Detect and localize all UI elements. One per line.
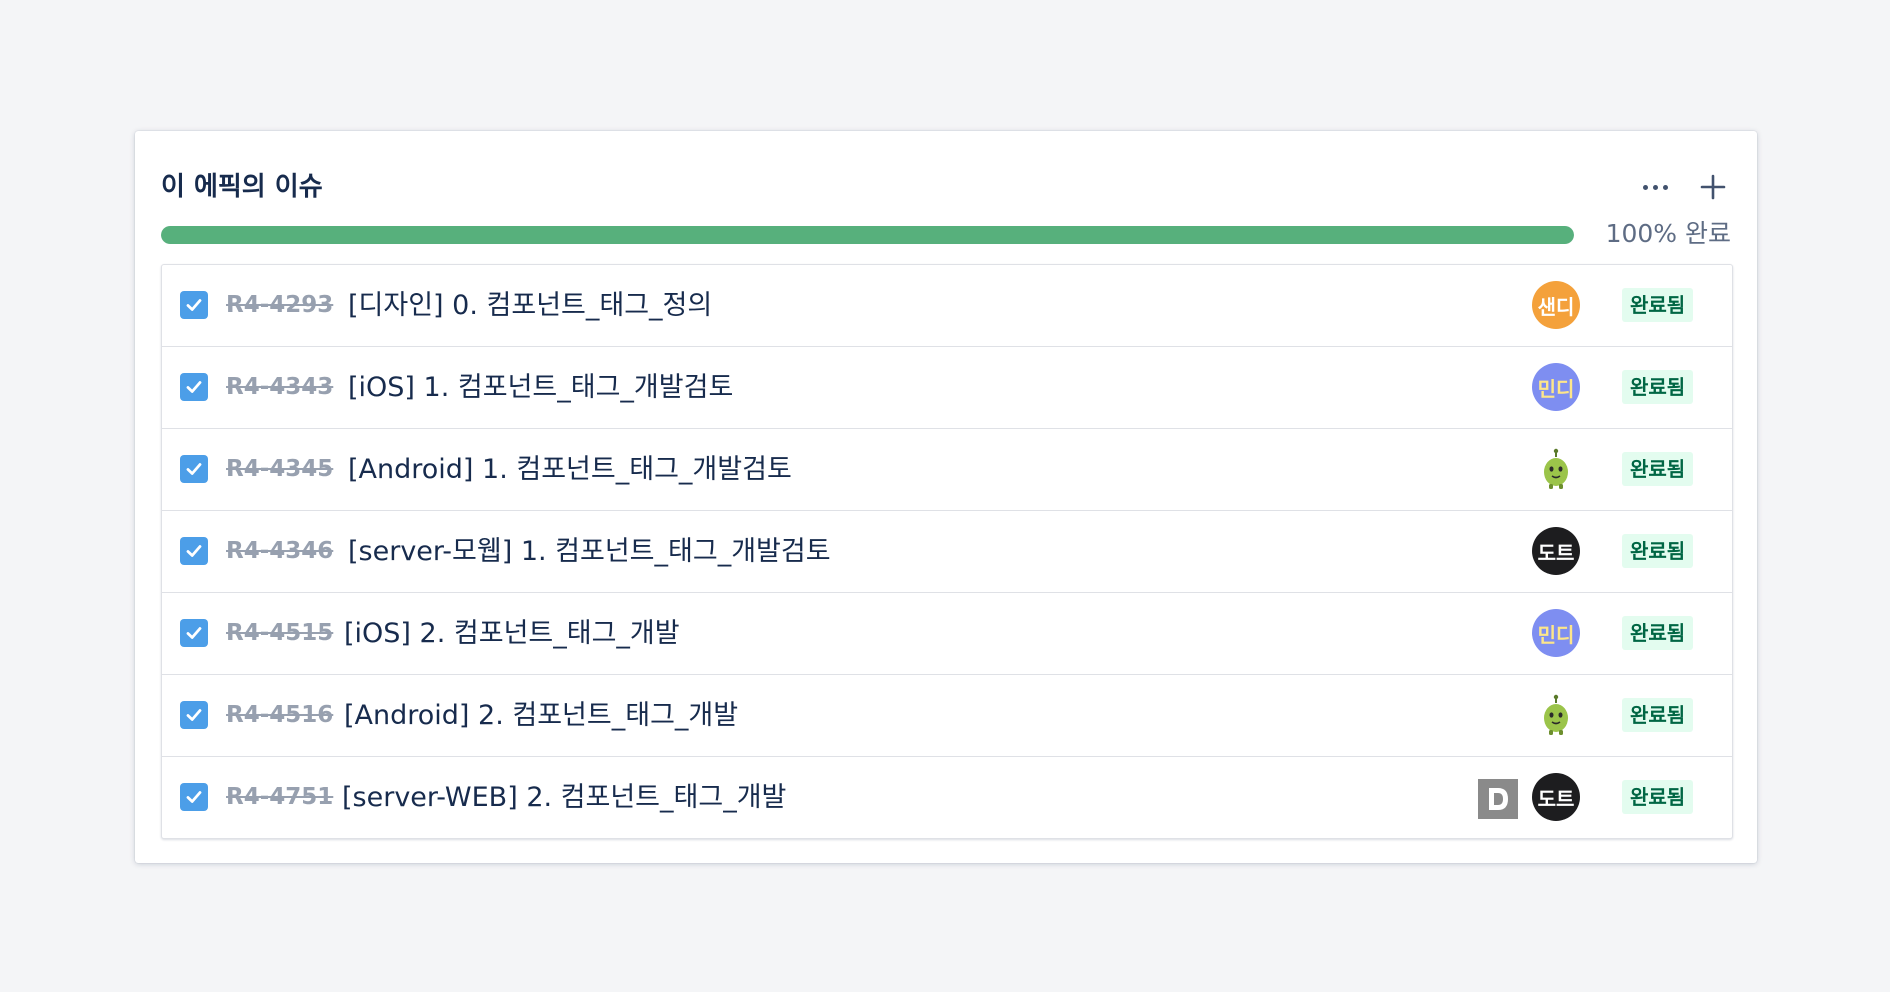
status-badge[interactable]: 완료됨 — [1622, 534, 1694, 568]
issue-key-link[interactable]: R4-4515 — [226, 593, 333, 674]
issue-summary-link[interactable]: [Android] 1. 컴포넌트_태그_개발검토 — [348, 429, 792, 510]
issue-key-link[interactable]: R4-4751 — [226, 757, 333, 838]
issue-summary-link[interactable]: [iOS] 1. 컴포넌트_태그_개발검토 — [348, 347, 733, 428]
issue-summary-link[interactable]: [server-WEB] 2. 컴포넌트_태그_개발 — [342, 757, 786, 838]
issue-type-checkbox-icon — [180, 455, 208, 483]
progress-bar — [161, 226, 1574, 244]
add-issue-button[interactable] — [1695, 169, 1731, 205]
more-options-button[interactable] — [1637, 171, 1673, 203]
issue-summary-link[interactable]: [디자인] 0. 컴포넌트_태그_정의 — [348, 265, 712, 346]
more-horizontal-icon — [1640, 184, 1670, 190]
issue-summary-link[interactable]: [server-모웹] 1. 컴포넌트_태그_개발검토 — [348, 511, 831, 592]
progress-bar-fill — [161, 226, 1574, 244]
issue-summary-link[interactable]: [Android] 2. 컴포넌트_태그_개발 — [344, 675, 738, 756]
progress-row: 100% 완료 — [161, 217, 1731, 251]
issue-key-link[interactable]: R4-4293 — [226, 265, 333, 346]
status-badge[interactable]: 완료됨 — [1622, 370, 1694, 404]
assignee-avatar-mascot-icon[interactable] — [1532, 445, 1580, 493]
issue-row[interactable]: R4-4516 [Android] 2. 컴포넌트_태그_개발 완료됨 — [162, 675, 1732, 757]
assignee-avatar-mascot-icon[interactable] — [1532, 691, 1580, 739]
issue-row[interactable]: R4-4343 [iOS] 1. 컴포넌트_태그_개발검토 민디 완료됨 — [162, 347, 1732, 429]
issue-key-link[interactable]: R4-4346 — [226, 511, 333, 592]
issue-key-link[interactable]: R4-4516 — [226, 675, 333, 756]
status-badge[interactable]: 완료됨 — [1622, 452, 1694, 486]
status-badge[interactable]: 완료됨 — [1622, 698, 1694, 732]
epic-issues-panel: 이 에픽의 이슈 100% 완료 R4-4293 [디자인] 0. 컴포넌트_태그… — [135, 131, 1757, 863]
issue-type-checkbox-icon — [180, 373, 208, 401]
assignee-avatar[interactable]: 민디 — [1532, 609, 1580, 657]
panel-title: 이 에픽의 이슈 — [161, 172, 323, 202]
issue-type-checkbox-icon — [180, 783, 208, 811]
issue-type-checkbox-icon — [180, 537, 208, 565]
assignee-avatar[interactable]: 샌디 — [1532, 281, 1580, 329]
assignee-avatar[interactable]: 민디 — [1532, 363, 1580, 411]
status-badge[interactable]: 완료됨 — [1622, 288, 1694, 322]
issue-type-checkbox-icon — [180, 701, 208, 729]
issue-type-checkbox-icon — [180, 291, 208, 319]
issue-row[interactable]: R4-4293 [디자인] 0. 컴포넌트_태그_정의 샌디 완료됨 — [162, 265, 1732, 347]
assignee-avatar[interactable]: 도트 — [1532, 773, 1580, 821]
status-badge[interactable]: 완료됨 — [1622, 780, 1694, 814]
issue-row[interactable]: R4-4346 [server-모웹] 1. 컴포넌트_태그_개발검토 도트 완료됨 — [162, 511, 1732, 593]
issue-key-link[interactable]: R4-4343 — [226, 347, 333, 428]
issue-row[interactable]: R4-4345 [Android] 1. 컴포넌트_태그_개발검토 완료됨 — [162, 429, 1732, 511]
issue-summary-link[interactable]: [iOS] 2. 컴포넌트_태그_개발 — [344, 593, 680, 674]
issue-type-checkbox-icon — [180, 619, 208, 647]
assignee-avatar[interactable]: 도트 — [1532, 527, 1580, 575]
issue-list: R4-4293 [디자인] 0. 컴포넌트_태그_정의 샌디 완료됨 R4-4343 [i… — [161, 264, 1733, 839]
progress-label: 100% 완료 — [1605, 219, 1731, 248]
panel-header: 이 에픽의 이슈 — [161, 167, 1731, 207]
issue-row[interactable]: R4-4515 [iOS] 2. 컴포넌트_태그_개발 민디 완료됨 — [162, 593, 1732, 675]
plus-icon — [1700, 174, 1726, 200]
d-badge-icon — [1478, 779, 1518, 819]
issue-row[interactable]: R4-4751 [server-WEB] 2. 컴포넌트_태그_개발 도트 완료됨 — [162, 757, 1732, 838]
issue-key-link[interactable]: R4-4345 — [226, 429, 333, 510]
status-badge[interactable]: 완료됨 — [1622, 616, 1694, 650]
